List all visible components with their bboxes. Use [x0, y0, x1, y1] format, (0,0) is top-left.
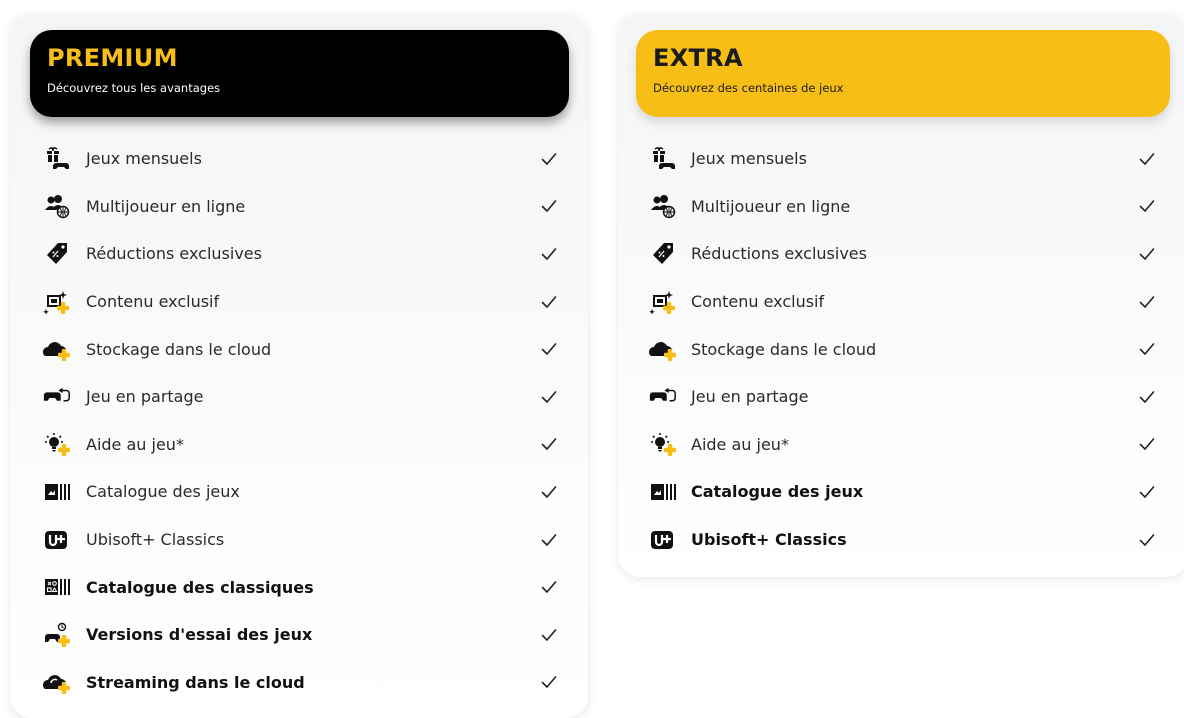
feature-label: Jeux mensuels: [691, 149, 807, 169]
checkmark-icon: [540, 197, 558, 215]
checkmark-icon: [540, 626, 558, 644]
checkmark-icon: [540, 483, 558, 501]
feature-label: Streaming dans le cloud: [86, 672, 305, 692]
feature-label: Aide au jeu*: [691, 434, 789, 454]
feature-label: Réductions exclusives: [86, 244, 262, 264]
ubisoft-plus-icon: [42, 527, 72, 553]
feature-item: Jeu en partage: [618, 373, 1184, 421]
game-help-icon: [648, 431, 678, 457]
share-play-icon: [648, 384, 678, 410]
checkmark-icon: [1138, 150, 1156, 168]
plan-card-extra: EXTRA Découvrez des centaines de jeux Je…: [618, 14, 1184, 577]
feature-label: Jeu en partage: [691, 387, 809, 407]
feature-item: Ubisoft+ Classics: [10, 516, 588, 564]
share-play-icon: [42, 384, 72, 410]
feature-item: Versions d'essai des jeux: [10, 611, 588, 659]
game-trials-icon: [42, 622, 72, 648]
feature-label: Jeux mensuels: [86, 149, 202, 169]
feature-item: Aide au jeu*: [618, 421, 1184, 469]
feature-item: Catalogue des jeux: [10, 468, 588, 516]
feature-item: Jeux mensuels: [10, 135, 588, 183]
checkmark-icon: [540, 531, 558, 549]
monthly-games-icon: [648, 146, 678, 172]
feature-item: Catalogue des jeux: [618, 468, 1184, 516]
checkmark-icon: [1138, 340, 1156, 358]
feature-item: Stockage dans le cloud: [10, 325, 588, 373]
checkmark-icon: [1138, 197, 1156, 215]
feature-item: Réductions exclusives: [10, 230, 588, 278]
checkmark-icon: [540, 340, 558, 358]
game-catalog-icon: [42, 479, 72, 505]
classics-catalog-icon: [42, 574, 72, 600]
feature-item: Catalogue des classiques: [10, 563, 588, 611]
feature-label: Catalogue des classiques: [86, 577, 314, 597]
feature-list: Jeux mensuels Multijoueur en ligne Réducti…: [618, 135, 1184, 563]
feature-label: Catalogue des jeux: [691, 482, 864, 502]
feature-label: Stockage dans le cloud: [86, 339, 272, 359]
cloud-storage-icon: [648, 336, 678, 362]
feature-item: Réductions exclusives: [618, 230, 1184, 278]
checkmark-icon: [540, 673, 558, 691]
feature-label: Stockage dans le cloud: [691, 339, 877, 359]
feature-label: Versions d'essai des jeux: [86, 625, 313, 645]
discount-tag-icon: [42, 241, 72, 267]
feature-label: Réductions exclusives: [691, 244, 867, 264]
feature-item: Multijoueur en ligne: [10, 183, 588, 231]
checkmark-icon: [540, 435, 558, 453]
game-catalog-icon: [648, 479, 678, 505]
checkmark-icon: [1138, 483, 1156, 501]
checkmark-icon: [540, 150, 558, 168]
feature-label: Ubisoft+ Classics: [691, 530, 847, 550]
game-help-icon: [42, 431, 72, 457]
cloud-streaming-icon: [42, 669, 72, 695]
checkmark-icon: [1138, 388, 1156, 406]
feature-item: Aide au jeu*: [10, 421, 588, 469]
checkmark-icon: [1138, 531, 1156, 549]
plan-name: PREMIUM: [47, 44, 178, 72]
plan-header-extra: EXTRA Découvrez des centaines de jeux: [636, 30, 1170, 117]
plan-subtitle: Découvrez des centaines de jeux: [653, 81, 844, 95]
feature-item: Jeu en partage: [10, 373, 588, 421]
checkmark-icon: [540, 578, 558, 596]
checkmark-icon: [1138, 245, 1156, 263]
feature-list: Jeux mensuels Multijoueur en ligne Réducti…: [10, 135, 588, 706]
feature-label: Contenu exclusif: [691, 292, 825, 312]
plan-subtitle: Découvrez tous les avantages: [47, 81, 221, 95]
exclusive-content-icon: [42, 289, 72, 315]
discount-tag-icon: [648, 241, 678, 267]
exclusive-content-icon: [648, 289, 678, 315]
feature-item: Streaming dans le cloud: [10, 659, 588, 707]
feature-label: Multijoueur en ligne: [691, 196, 851, 216]
checkmark-icon: [540, 293, 558, 311]
plan-card-premium: PREMIUM Découvrez tous les avantages Jeu…: [10, 14, 588, 718]
feature-label: Contenu exclusif: [86, 292, 220, 312]
online-multiplayer-icon: [42, 193, 72, 219]
feature-item: Multijoueur en ligne: [618, 183, 1184, 231]
feature-label: Ubisoft+ Classics: [86, 530, 225, 550]
feature-label: Catalogue des jeux: [86, 482, 240, 502]
feature-item: Jeux mensuels: [618, 135, 1184, 183]
plan-name: EXTRA: [653, 44, 743, 72]
ubisoft-plus-icon: [648, 527, 678, 553]
online-multiplayer-icon: [648, 193, 678, 219]
feature-item: Stockage dans le cloud: [618, 325, 1184, 373]
checkmark-icon: [1138, 293, 1156, 311]
feature-label: Multijoueur en ligne: [86, 196, 246, 216]
feature-label: Jeu en partage: [86, 387, 204, 407]
checkmark-icon: [1138, 435, 1156, 453]
checkmark-icon: [540, 245, 558, 263]
checkmark-icon: [540, 388, 558, 406]
monthly-games-icon: [42, 146, 72, 172]
cloud-storage-icon: [42, 336, 72, 362]
feature-item: Contenu exclusif: [10, 278, 588, 326]
feature-item: Contenu exclusif: [618, 278, 1184, 326]
plan-header-premium: PREMIUM Découvrez tous les avantages: [30, 30, 569, 117]
feature-item: Ubisoft+ Classics: [618, 516, 1184, 564]
feature-label: Aide au jeu*: [86, 434, 184, 454]
